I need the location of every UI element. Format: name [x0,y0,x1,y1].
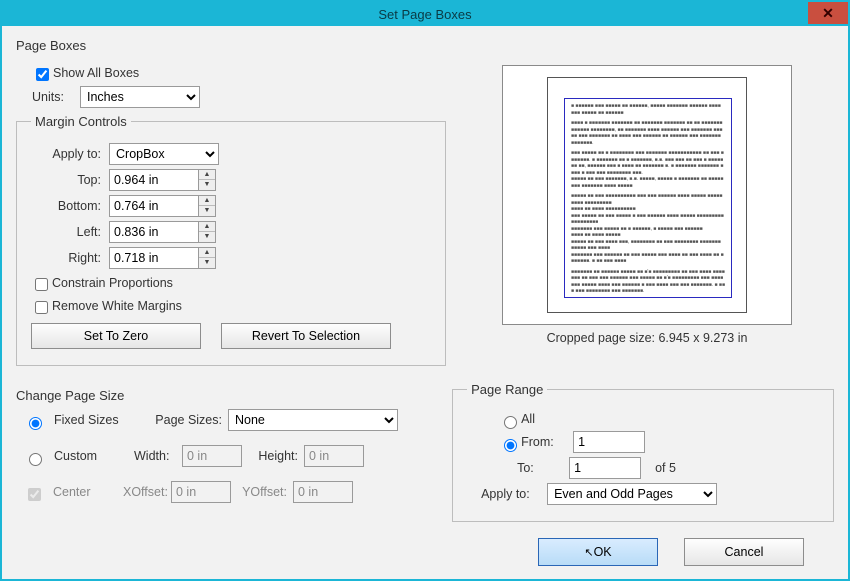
left-input[interactable] [109,221,199,243]
custom-label: Custom [54,449,134,463]
to-input[interactable] [569,457,641,479]
page-range-fieldset: Page Range All From: To: [452,382,834,522]
page-boxes-heading: Page Boxes [16,38,834,53]
of-label: of 5 [655,461,676,475]
bottom-spinner[interactable]: ▲▼ [199,195,216,217]
right-spinner[interactable]: ▲▼ [199,247,216,269]
page-preview: ■ ■■■■■■ ■■■ ■■■■■ ■■ ■■■■■■, ■■■■■ ■■■■… [502,65,792,325]
revert-to-selection-button[interactable]: Revert To Selection [221,323,391,349]
remove-white-margins-label: Remove White Margins [52,299,182,313]
range-apply-to-label: Apply to: [481,487,547,501]
to-label: To: [517,461,569,475]
cancel-button[interactable]: Cancel [684,538,804,566]
custom-radio[interactable] [29,453,42,466]
apply-to-select[interactable]: CropBox [109,143,219,165]
center-checkbox[interactable] [28,488,41,501]
yoffset-input[interactable] [293,481,353,503]
right-label: Right: [31,251,101,265]
close-button[interactable]: ✕ [808,2,848,24]
preview-page: ■ ■■■■■■ ■■■ ■■■■■ ■■ ■■■■■■, ■■■■■ ■■■■… [547,77,747,313]
left-spinner[interactable]: ▲▼ [199,221,216,243]
height-input[interactable] [304,445,364,467]
dialog-set-page-boxes: Set Page Boxes ✕ Page Boxes Show All Box… [0,0,850,581]
titlebar: Set Page Boxes ✕ [2,2,848,26]
yoffset-label: YOffset: [231,485,287,499]
show-all-boxes-label: Show All Boxes [53,66,139,80]
set-to-zero-button[interactable]: Set To Zero [31,323,201,349]
fixed-sizes-label: Fixed Sizes [54,413,134,427]
apply-to-label: Apply to: [31,147,101,161]
xoffset-label: XOffset: [123,485,171,499]
height-label: Height: [242,449,298,463]
width-input[interactable] [182,445,242,467]
margin-controls-legend: Margin Controls [31,114,131,129]
all-pages-label: All [521,412,535,426]
top-spinner[interactable]: ▲▼ [199,169,216,191]
units-label: Units: [32,90,72,104]
bottom-input[interactable] [109,195,199,217]
fixed-sizes-radio[interactable] [29,417,42,430]
from-input[interactable] [573,431,645,453]
units-select[interactable]: Inches [80,86,200,108]
preview-text: ■ ■■■■■■ ■■■ ■■■■■ ■■ ■■■■■■, ■■■■■ ■■■■… [571,103,725,298]
right-input[interactable] [109,247,199,269]
page-range-legend: Page Range [467,382,547,397]
remove-white-margins-checkbox[interactable] [35,301,48,314]
top-label: Top: [31,173,101,187]
margin-controls-fieldset: Margin Controls Apply to: CropBox Top: [16,114,446,366]
page-sizes-select[interactable]: None [228,409,398,431]
show-all-boxes-checkbox[interactable] [36,68,49,81]
xoffset-input[interactable] [171,481,231,503]
top-input[interactable] [109,169,199,191]
width-label: Width: [134,449,182,463]
cursor-icon: ↖ [584,547,593,559]
window-title: Set Page Boxes [378,7,471,22]
page-sizes-label: Page Sizes: [142,413,222,427]
from-label: From: [521,435,573,449]
center-label: Center [53,485,123,499]
preview-cropbox: ■ ■■■■■■ ■■■ ■■■■■ ■■ ■■■■■■, ■■■■■ ■■■■… [564,98,732,298]
bottom-label: Bottom: [31,199,101,213]
ok-button[interactable]: ↖OK [538,538,658,566]
preview-caption: Cropped page size: 6.945 x 9.273 in [460,331,834,345]
constrain-proportions-label: Constrain Proportions [52,276,173,290]
range-apply-to-select[interactable]: Even and Odd Pages [547,483,717,505]
constrain-proportions-checkbox[interactable] [35,278,48,291]
from-radio[interactable] [504,439,517,452]
left-label: Left: [31,225,101,239]
close-icon: ✕ [822,5,834,22]
change-page-size-heading: Change Page Size [16,388,436,403]
all-pages-radio[interactable] [504,416,517,429]
